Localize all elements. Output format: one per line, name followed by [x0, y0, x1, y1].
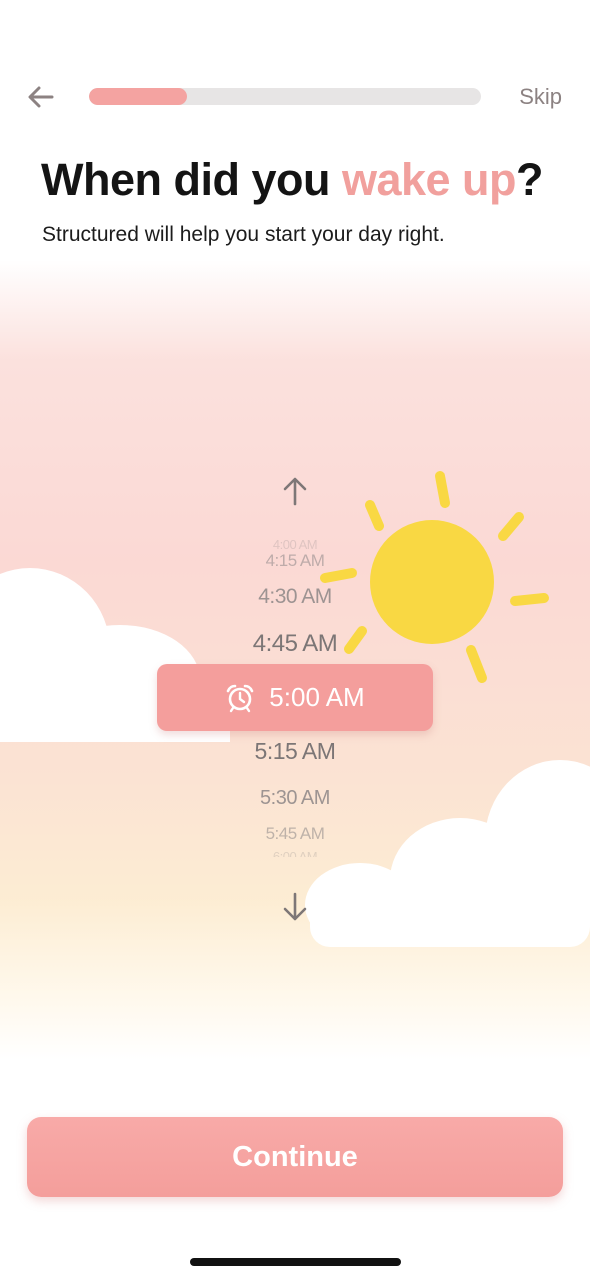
progress-fill [89, 88, 187, 105]
top-bar: Skip [0, 60, 590, 132]
time-option[interactable]: 5:45 AM [0, 824, 590, 844]
title-accent: wake up [341, 154, 517, 205]
selected-time-label: 5:00 AM [269, 682, 365, 712]
time-option[interactable]: 6:00 AM [0, 849, 590, 857]
arrow-left-icon [28, 86, 54, 108]
title-part2: ? [516, 154, 544, 205]
scroll-down-button[interactable] [276, 888, 314, 926]
page-title: When did you wake up? [41, 154, 544, 206]
time-option[interactable]: 5:30 AM [0, 787, 590, 810]
skip-button[interactable]: Skip [519, 84, 562, 110]
continue-button[interactable]: Continue [27, 1117, 563, 1197]
progress-bar [89, 88, 481, 105]
arrow-down-icon [283, 892, 307, 922]
scroll-up-button[interactable] [276, 472, 314, 510]
time-option[interactable]: 5:15 AM [0, 738, 590, 765]
title-part1: When did you [41, 154, 342, 205]
home-indicator [190, 1258, 401, 1266]
selected-time-option[interactable]: 5:00 AM [157, 664, 433, 731]
alarm-clock-icon [225, 683, 255, 713]
time-option[interactable]: 4:00 AM [0, 537, 590, 552]
time-option[interactable]: 4:15 AM [0, 551, 590, 571]
back-button[interactable] [24, 80, 58, 114]
arrow-up-icon [283, 476, 307, 506]
time-option[interactable]: 4:45 AM [0, 630, 590, 658]
time-option[interactable]: 4:30 AM [0, 585, 590, 609]
page-subtitle: Structured will help you start your day … [42, 223, 445, 246]
